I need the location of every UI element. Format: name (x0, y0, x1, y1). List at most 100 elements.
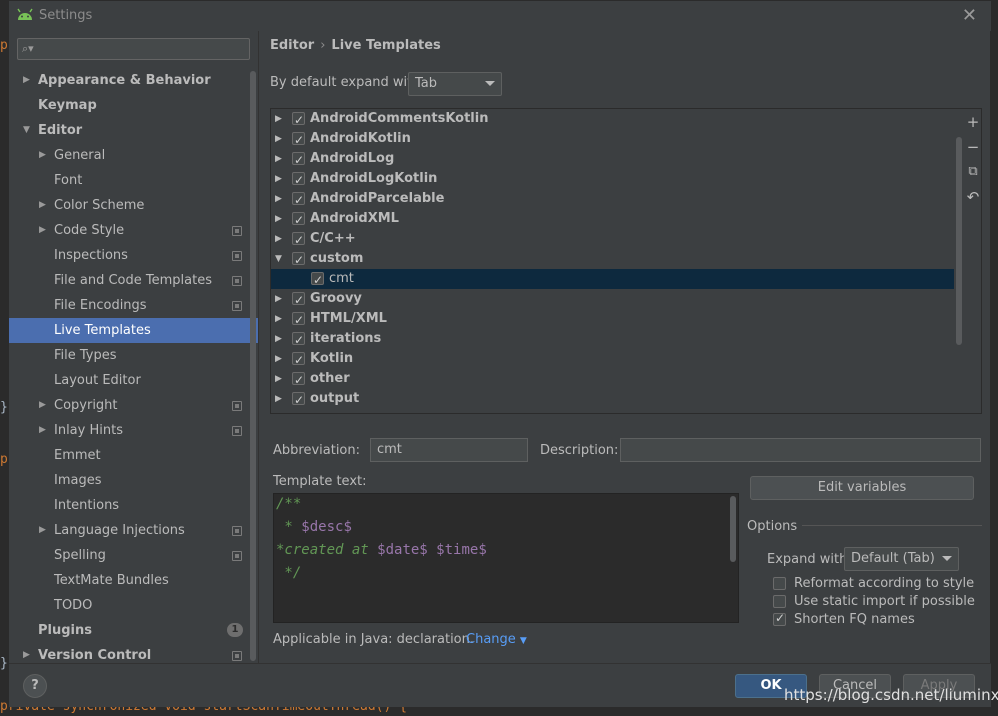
live-templates-panel: Editor › Live Templates By default expand … (260, 31, 990, 663)
template-group-row[interactable]: ▶ AndroidLog (271, 149, 954, 170)
group-enabled-checkbox[interactable] (292, 250, 305, 270)
template-group-row[interactable]: ▶ AndroidParcelable (271, 189, 954, 210)
template-group-row[interactable]: ▶ C/C++ (271, 229, 954, 250)
template-group-row[interactable]: ▶ other (271, 369, 954, 390)
sidebar-item-emmet[interactable]: Emmet (9, 443, 258, 468)
search-input[interactable]: ⌕▾ (17, 38, 250, 60)
sidebar-item-images[interactable]: Images (9, 468, 258, 493)
breadcrumb-separator: › (320, 38, 326, 53)
template-item-row[interactable]: cmt (271, 269, 954, 290)
template-list-scrollbar[interactable] (956, 137, 962, 345)
copy-icon[interactable]: ⧉ (965, 164, 981, 180)
template-line: */ (276, 565, 302, 581)
sidebar-item-plugins[interactable]: Plugins 1 (9, 618, 258, 643)
group-enabled-checkbox[interactable] (292, 310, 305, 330)
group-enabled-checkbox[interactable] (292, 370, 305, 390)
chevron-right-icon[interactable]: ▶ (275, 149, 282, 169)
sidebar-item-layout-editor[interactable]: Layout Editor (9, 368, 258, 393)
sidebar-item-file-code-templates[interactable]: File and Code Templates (9, 268, 258, 293)
sidebar-item-appearance[interactable]: ▶ Appearance & Behavior (9, 68, 258, 93)
applicable-context-text: Applicable in Java: declaration. (273, 632, 475, 647)
abbreviation-input[interactable]: cmt (370, 438, 528, 462)
breadcrumb: Editor › Live Templates (270, 38, 441, 53)
editor-scrollbar[interactable] (730, 496, 736, 562)
chevron-right-icon[interactable]: ▶ (275, 169, 282, 189)
expand-with-select[interactable]: Default (Tab) (844, 547, 959, 571)
template-group-row[interactable]: ▶ output (271, 389, 954, 410)
edit-variables-button[interactable]: Edit variables (750, 476, 974, 500)
sidebar-item-intentions[interactable]: Intentions (9, 493, 258, 518)
settings-dialog: Settings ✕ ⌕▾ ▶ Appearance & Behavior Ke… (8, 0, 991, 707)
default-expand-select[interactable]: Tab (408, 72, 502, 96)
chevron-right-icon: ▶ (39, 400, 46, 410)
description-input[interactable] (620, 438, 981, 462)
chevron-right-icon[interactable]: ▶ (275, 289, 282, 309)
chevron-right-icon[interactable]: ▶ (275, 389, 282, 409)
sidebar-item-todo[interactable]: TODO (9, 593, 258, 618)
shorten-fq-checkbox[interactable] (773, 611, 786, 626)
template-group-row[interactable]: ▼ custom (271, 249, 954, 270)
chevron-right-icon[interactable]: ▶ (275, 309, 282, 329)
template-group-row[interactable]: ▶ AndroidKotlin (271, 129, 954, 150)
sidebar-item-live-templates[interactable]: Live Templates (9, 318, 258, 343)
sidebar-item-inspections[interactable]: Inspections (9, 243, 258, 268)
description-label: Description: (540, 443, 619, 458)
template-group-row[interactable]: ▶ AndroidCommentsKotlin (271, 109, 954, 130)
remove-icon[interactable]: − (965, 139, 981, 155)
add-icon[interactable]: + (965, 114, 981, 130)
sidebar-item-file-encodings[interactable]: File Encodings (9, 293, 258, 318)
template-group-row[interactable]: ▶ Groovy (271, 289, 954, 310)
group-enabled-checkbox[interactable] (292, 190, 305, 210)
sidebar-item-code-style[interactable]: ▶ Code Style (9, 218, 258, 243)
template-enabled-checkbox[interactable] (311, 270, 324, 290)
sidebar-item-copyright[interactable]: ▶ Copyright (9, 393, 258, 418)
close-icon[interactable]: ✕ (962, 5, 977, 26)
sidebar-item-inlay-hints[interactable]: ▶ Inlay Hints (9, 418, 258, 443)
group-enabled-checkbox[interactable] (292, 230, 305, 250)
template-group-row[interactable]: ▶ Kotlin (271, 349, 954, 370)
sidebar-item-color-scheme[interactable]: ▶ Color Scheme (9, 193, 258, 218)
chevron-right-icon[interactable]: ▶ (275, 369, 282, 389)
sidebar-item-font[interactable]: Font (9, 168, 258, 193)
group-enabled-checkbox[interactable] (292, 110, 305, 130)
sidebar-item-spelling[interactable]: Spelling (9, 543, 258, 568)
sidebar-item-editor[interactable]: ▼ Editor (9, 118, 258, 143)
group-enabled-checkbox[interactable] (292, 170, 305, 190)
template-text-editor[interactable]: /** * $desc$ *created at $date$ $time$ *… (273, 493, 739, 623)
sidebar-scrollbar[interactable] (250, 71, 256, 661)
template-group-row[interactable]: ▶ HTML/XML (271, 309, 954, 330)
group-enabled-checkbox[interactable] (292, 350, 305, 370)
sidebar-item-textmate-bundles[interactable]: TextMate Bundles (9, 568, 258, 593)
chevron-right-icon[interactable]: ▶ (275, 189, 282, 209)
group-enabled-checkbox[interactable] (292, 130, 305, 150)
chevron-right-icon: ▶ (39, 150, 46, 160)
chevron-right-icon[interactable]: ▶ (275, 129, 282, 149)
revert-icon[interactable]: ↶ (965, 189, 981, 205)
reformat-checkbox[interactable] (773, 577, 786, 590)
chevron-right-icon[interactable]: ▶ (275, 329, 282, 349)
project-scope-icon (232, 526, 242, 536)
chevron-right-icon[interactable]: ▶ (275, 109, 282, 129)
chevron-right-icon[interactable]: ▶ (275, 229, 282, 249)
chevron-down-icon (942, 556, 952, 561)
sidebar-item-general[interactable]: ▶ General (9, 143, 258, 168)
help-button[interactable]: ? (23, 674, 47, 698)
chevron-right-icon[interactable]: ▶ (275, 349, 282, 369)
change-context-link[interactable]: Change ▼ (466, 632, 527, 647)
project-scope-icon (232, 301, 242, 311)
sidebar-item-file-types[interactable]: File Types (9, 343, 258, 368)
group-enabled-checkbox[interactable] (292, 150, 305, 170)
breadcrumb-parent[interactable]: Editor (270, 38, 314, 53)
template-group-row[interactable]: ▶ iterations (271, 329, 954, 350)
group-enabled-checkbox[interactable] (292, 330, 305, 350)
group-enabled-checkbox[interactable] (292, 210, 305, 230)
template-group-row[interactable]: ▶ AndroidLogKotlin (271, 169, 954, 190)
group-enabled-checkbox[interactable] (292, 390, 305, 410)
chevron-right-icon[interactable]: ▶ (275, 209, 282, 229)
sidebar-item-language-injections[interactable]: ▶ Language Injections (9, 518, 258, 543)
group-enabled-checkbox[interactable] (292, 290, 305, 310)
static-import-checkbox[interactable] (773, 595, 786, 608)
chevron-down-icon[interactable]: ▼ (275, 249, 282, 269)
template-group-row[interactable]: ▶ AndroidXML (271, 209, 954, 230)
sidebar-item-keymap[interactable]: Keymap (9, 93, 258, 118)
